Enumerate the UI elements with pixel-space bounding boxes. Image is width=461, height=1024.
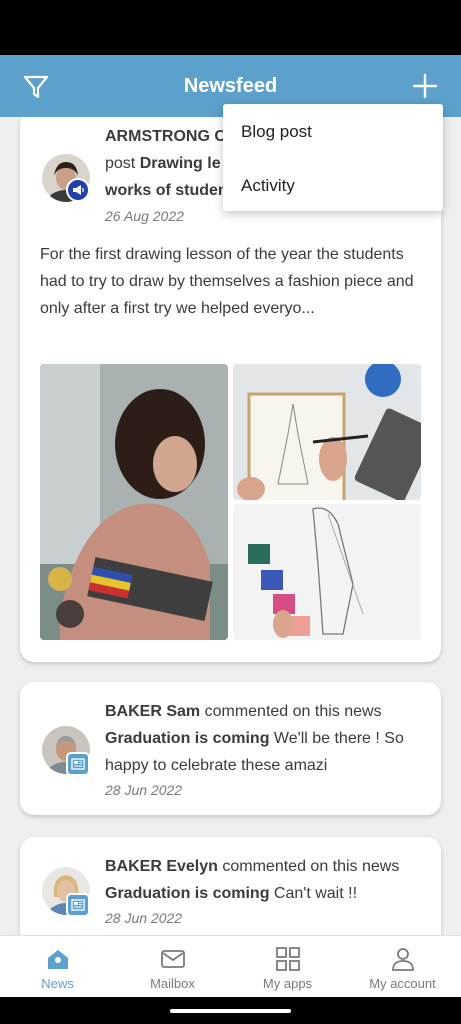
newspaper-badge [66, 893, 90, 917]
plus-icon[interactable] [410, 71, 440, 101]
comment-header: BAKER Sam commented on this news Graduat… [105, 698, 427, 779]
post-photo[interactable] [233, 504, 421, 640]
comment-author: BAKER Sam [105, 703, 201, 720]
comment-card[interactable]: BAKER Sam commented on this news Graduat… [20, 682, 441, 815]
mail-icon [161, 950, 185, 968]
megaphone-icon [73, 185, 84, 195]
newspaper-icon [71, 758, 85, 770]
post-photo[interactable] [233, 364, 421, 500]
comment-action: commented on this news [222, 858, 400, 875]
nav-label: My apps [262, 976, 313, 991]
add-content-menu: Blog post Activity [223, 104, 443, 211]
post-title-line1: Drawing le [139, 155, 221, 172]
comment-action: commented on this news [204, 703, 382, 720]
post-photo[interactable] [40, 364, 228, 640]
apps-grid-icon [276, 947, 300, 971]
comment-text: Can't wait !! [273, 885, 358, 902]
nav-item-my-account[interactable]: My account [345, 936, 460, 998]
post-action: post [105, 155, 136, 172]
newspaper-icon [71, 899, 85, 911]
person-icon [392, 948, 414, 971]
nav-item-news[interactable]: News [0, 936, 115, 998]
comment-header: BAKER Evelyn commented on this news Grad… [105, 853, 427, 907]
news-title: Graduation is coming [105, 730, 270, 747]
comment-card[interactable]: BAKER Evelyn commented on this news Grad… [20, 837, 441, 935]
nav-item-my-apps[interactable]: My apps [230, 936, 345, 998]
comment-author: BAKER Evelyn [105, 858, 218, 875]
comment-date: 28 Jun 2022 [105, 910, 183, 926]
page-title: Newsfeed [183, 75, 278, 97]
post-title-line2: works of studen [105, 182, 228, 199]
home-icon [48, 950, 68, 969]
news-title: Graduation is coming [105, 885, 270, 902]
nav-label: News [41, 976, 74, 991]
system-navigation-bar [0, 997, 461, 1024]
status-bar [0, 0, 461, 55]
menu-item-blog-post[interactable]: Blog post [241, 122, 312, 142]
newspaper-badge [66, 752, 90, 776]
comment-date: 28 Jun 2022 [105, 782, 183, 798]
nav-label: Mailbox [150, 976, 195, 991]
post-date: 26 Aug 2022 [105, 208, 184, 224]
home-gesture-pill[interactable] [170, 1009, 291, 1013]
nav-label: My account [369, 976, 436, 991]
nav-item-mailbox[interactable]: Mailbox [115, 936, 230, 998]
menu-item-activity[interactable]: Activity [241, 176, 295, 196]
post-text: For the first drawing lesson of the year… [40, 246, 414, 317]
bottom-navigation: News Mailbox My apps My account [0, 935, 461, 997]
post-author: ARMSTRONG C [105, 128, 226, 145]
newsfeed-list[interactable]: ARMSTRONG C post Drawing le works of stu… [0, 117, 461, 935]
megaphone-badge [66, 178, 90, 202]
